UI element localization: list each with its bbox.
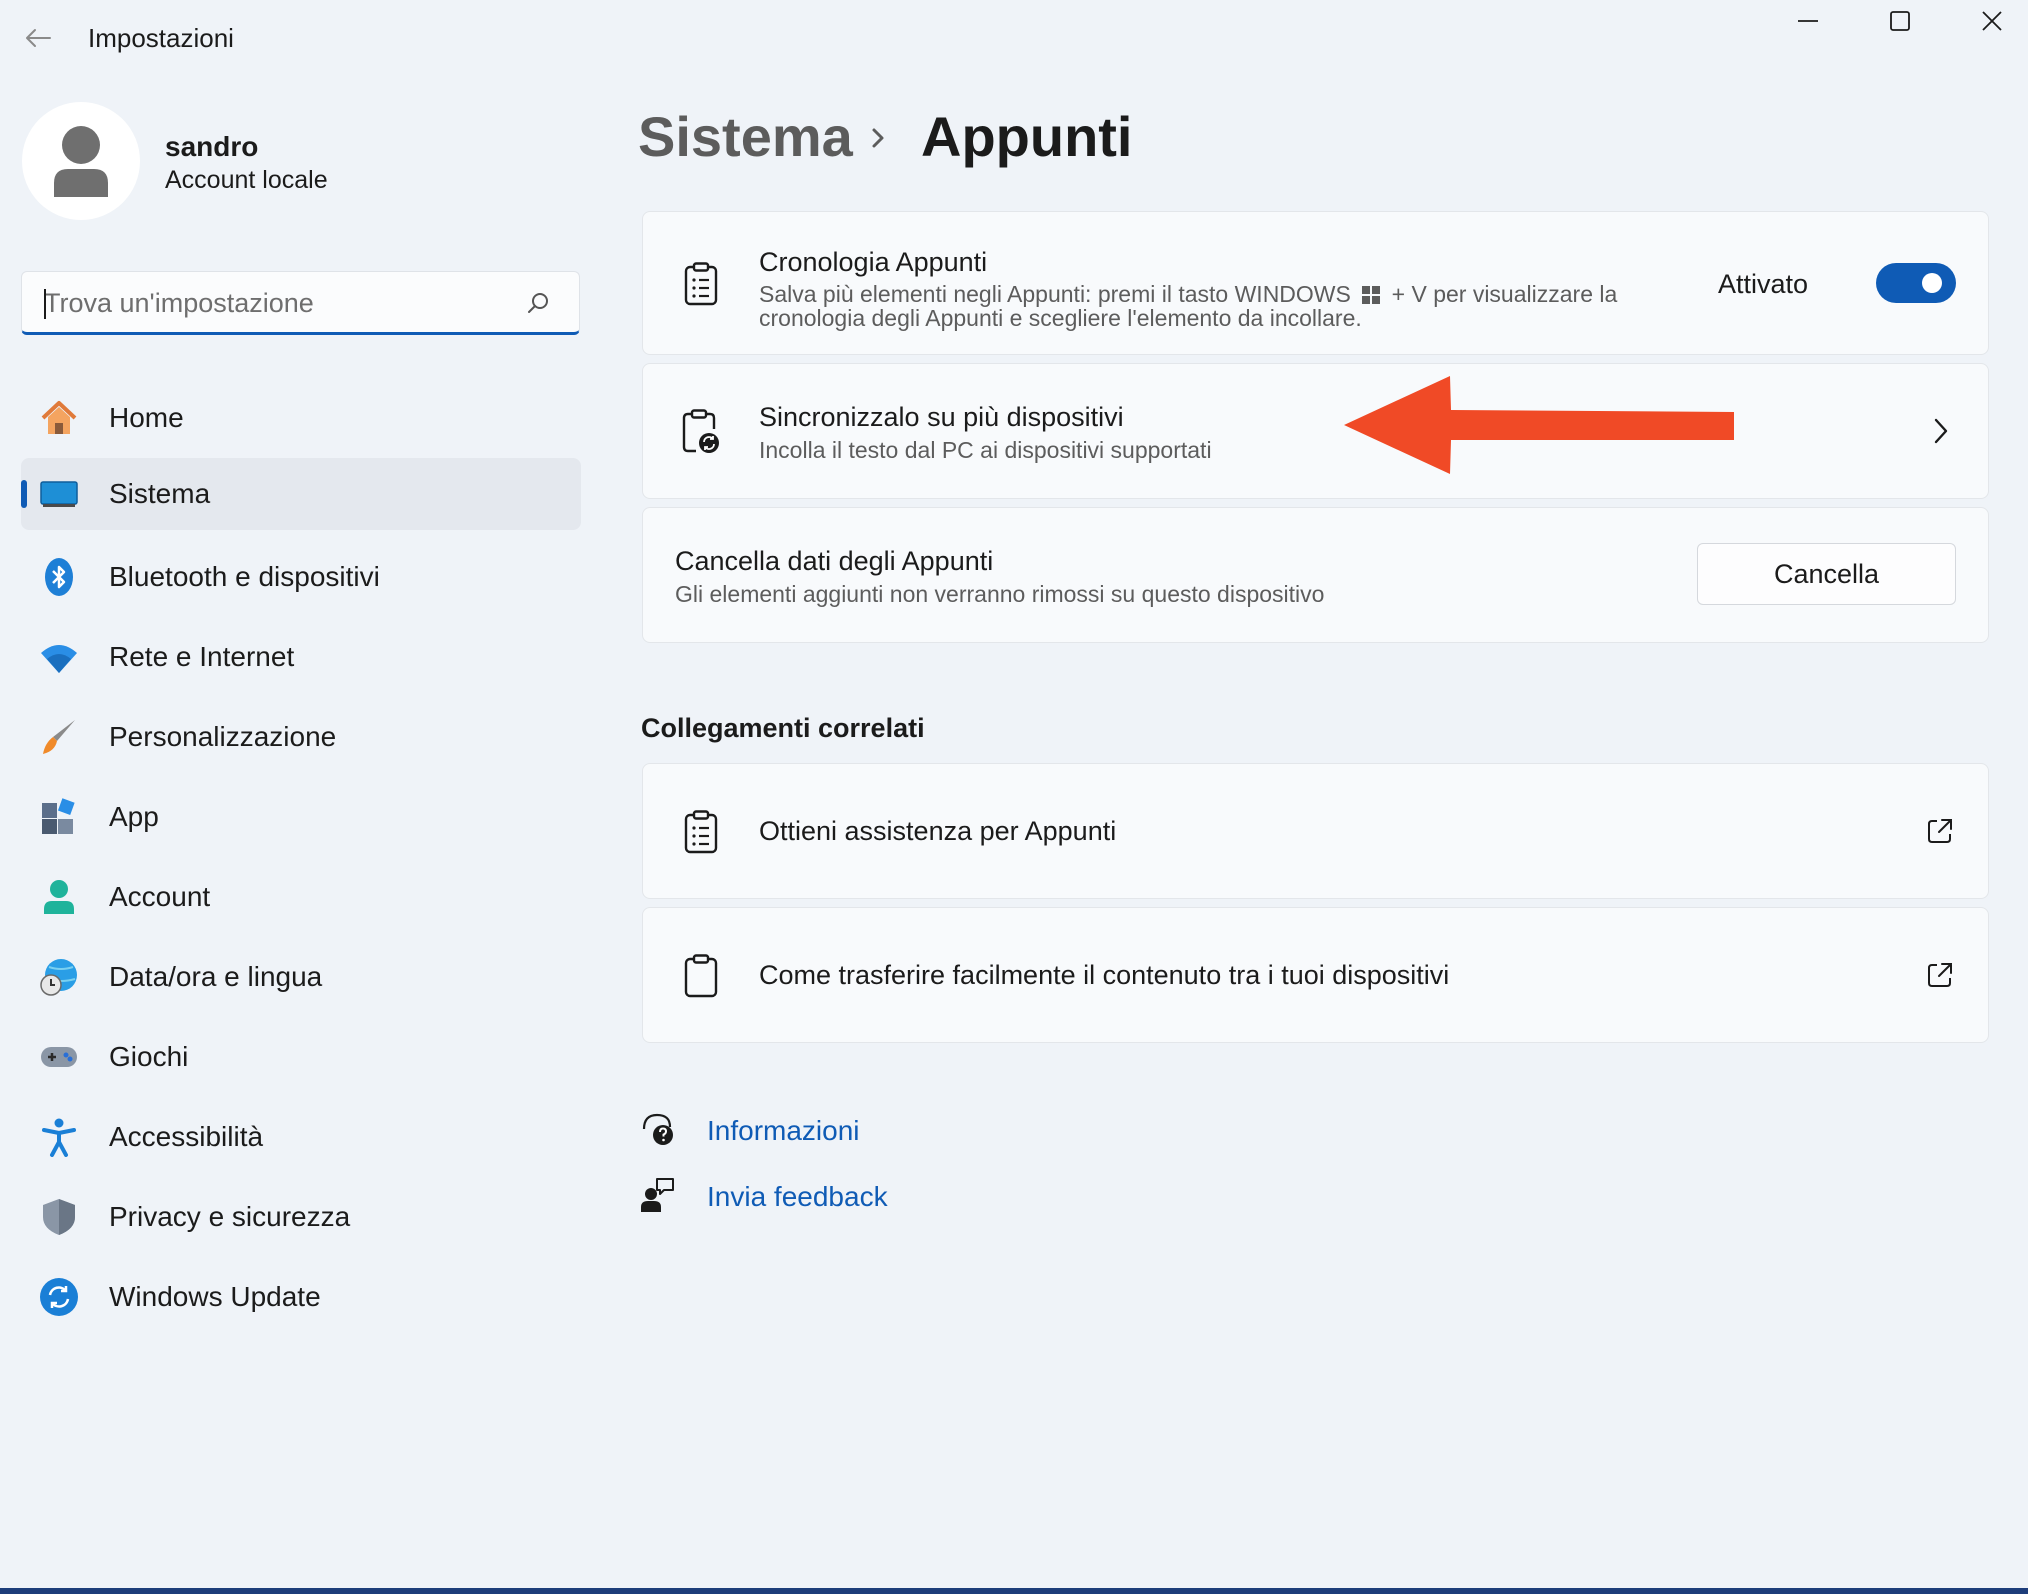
sidebar-item-accessibility[interactable]: Accessibilità [21, 1101, 581, 1173]
accessibility-icon [39, 1117, 79, 1157]
sidebar-item-privacy[interactable]: Privacy e sicurezza [21, 1181, 581, 1253]
home-icon [39, 398, 79, 438]
description-text: + V per visualizzare la [1391, 281, 1618, 307]
sidebar-item-label: Sistema [109, 478, 211, 509]
clipboard-list-icon [679, 262, 723, 306]
user-avatar-icon [54, 126, 108, 197]
section-title: Collegamenti correlati [641, 713, 925, 743]
description-text: Salva più elementi negli Appunti: premi … [759, 281, 1351, 307]
related-link-label: Ottieni assistenza per Appunti [759, 816, 1117, 846]
sync-devices-description: Incolla il testo dal PC ai dispositivi s… [759, 437, 1212, 463]
sidebar-item-sistema[interactable]: Sistema [21, 458, 581, 530]
clipboard-icon [679, 954, 723, 998]
back-button[interactable] [16, 16, 60, 60]
chevron-right-icon [1934, 418, 1948, 444]
feedback-icon [641, 1178, 674, 1212]
search-box[interactable] [21, 271, 580, 335]
page-title: Appunti [921, 105, 1133, 168]
selection-indicator [21, 480, 27, 508]
brush-icon [39, 717, 79, 757]
account-icon [39, 877, 79, 917]
sidebar-item-label: Privacy e sicurezza [109, 1201, 351, 1232]
sidebar-item-bluetooth[interactable]: Bluetooth e dispositivi [21, 541, 581, 613]
toggle-knob [1922, 273, 1942, 293]
gamepad-icon [39, 1037, 79, 1077]
clipboard-history-title: Cronologia Appunti [759, 247, 988, 277]
account-type: Account locale [165, 166, 328, 194]
close-icon [1982, 11, 2002, 31]
update-icon [39, 1277, 79, 1317]
sidebar-item-label: Data/ora e lingua [109, 961, 323, 992]
bluetooth-icon [39, 557, 79, 597]
search-input[interactable] [44, 282, 514, 324]
taskbar-strip [0, 1588, 2028, 1594]
sidebar-item-gaming[interactable]: Giochi [21, 1021, 581, 1093]
time-language-icon [39, 957, 79, 997]
text-cursor [44, 289, 46, 319]
clear-clipboard-description: Gli elementi aggiunti non verranno rimos… [675, 581, 1325, 607]
apps-icon [39, 797, 79, 837]
wifi-icon [39, 637, 79, 677]
sidebar-item-label: Rete e Internet [109, 641, 295, 672]
sidebar-item-time-language[interactable]: Data/ora e lingua [21, 941, 581, 1013]
maximize-button[interactable] [1854, 0, 1946, 42]
clear-clipboard-card: Cancella dati degli Appunti Gli elementi… [642, 507, 1989, 643]
sidebar-item-label: Giochi [109, 1041, 189, 1072]
clear-clipboard-title: Cancella dati degli Appunti [675, 546, 994, 576]
back-arrow-icon [26, 29, 51, 47]
sidebar-item-home[interactable]: Home [21, 382, 581, 454]
annotation-arrow-icon [1344, 376, 1734, 474]
sidebar-item-label: Account [109, 881, 211, 912]
help-icon [642, 1113, 673, 1145]
maximize-icon [1890, 11, 1910, 31]
search-icon[interactable] [527, 291, 551, 315]
sidebar-item-label: Personalizzazione [109, 721, 337, 752]
breadcrumb-parent[interactable]: Sistema [638, 104, 853, 169]
external-link-icon [1928, 963, 1952, 987]
sidebar-item-label: Home [109, 402, 184, 433]
description-text: cronologia degli Appunti e scegliere l'e… [759, 305, 1362, 331]
clipboard-history-card: Cronologia Appunti Salva più elementi ne… [642, 211, 1989, 355]
breadcrumb-chevron-icon [872, 128, 884, 148]
sidebar-item-windows-update[interactable]: Windows Update [21, 1261, 581, 1333]
clipboard-history-toggle[interactable] [1876, 263, 1956, 303]
clipboard-history-description: Salva più elementi negli Appunti: premi … [759, 282, 1679, 330]
minimize-button[interactable] [1762, 0, 1854, 42]
sync-devices-title: Sincronizzalo su più dispositivi [759, 402, 1124, 432]
related-link-transfer[interactable]: Come trasferire facilmente il contenuto … [642, 907, 1989, 1043]
clear-button[interactable]: Cancella [1697, 543, 1956, 605]
sidebar-item-apps[interactable]: App [21, 781, 581, 853]
external-link-icon [1928, 819, 1952, 843]
sidebar-item-personalization[interactable]: Personalizzazione [21, 701, 581, 773]
sidebar-item-network[interactable]: Rete e Internet [21, 621, 581, 693]
close-button[interactable] [1946, 0, 2028, 42]
windows-key-icon [1362, 286, 1381, 304]
system-icon [39, 474, 79, 514]
sidebar-item-label: Bluetooth e dispositivi [109, 561, 380, 592]
minimize-icon [1798, 20, 1818, 22]
clipboard-list-icon [679, 810, 723, 854]
sidebar-item-label: Windows Update [109, 1281, 321, 1312]
sidebar-item-label: App [109, 801, 159, 832]
sidebar-item-label: Accessibilità [109, 1121, 264, 1152]
info-link[interactable]: Informazioni [707, 1115, 860, 1147]
sidebar-item-account[interactable]: Account [21, 861, 581, 933]
feedback-link[interactable]: Invia feedback [707, 1181, 888, 1213]
avatar[interactable] [22, 102, 140, 220]
related-link-label: Come trasferire facilmente il contenuto … [759, 960, 1450, 990]
clipboard-sync-icon [679, 409, 723, 454]
toggle-state-label: Attivato [1718, 269, 1809, 299]
app-title: Impostazioni [88, 23, 234, 53]
user-name: sandro [165, 131, 259, 162]
related-link-help[interactable]: Ottieni assistenza per Appunti [642, 763, 1989, 899]
shield-icon [39, 1197, 79, 1237]
sync-devices-card[interactable]: Sincronizzalo su più dispositivi Incolla… [642, 363, 1989, 499]
